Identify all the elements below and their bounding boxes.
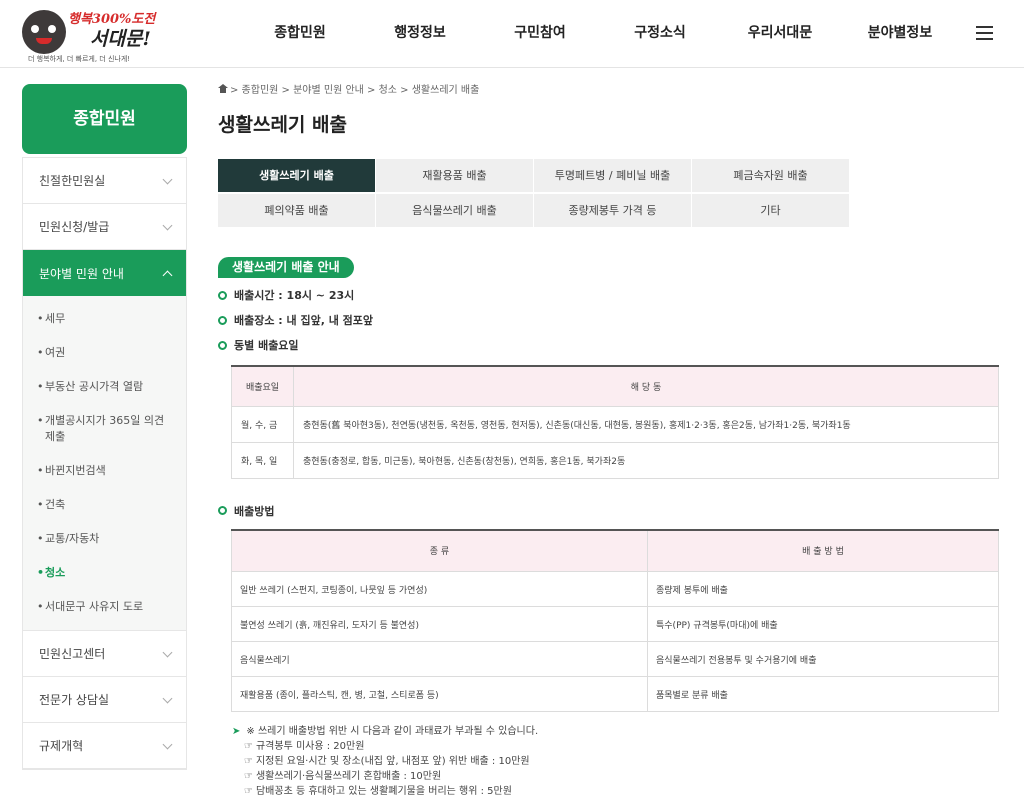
sidebar-menu: 친절한민원실 민원신청/발급 분야별 민원 안내 • 세무 • 여권 • 부동산 공시… (22, 157, 187, 770)
sub-item-building[interactable]: • 건축 (23, 488, 186, 522)
site-header: 행복300%도전 서대문! 더 행복하게, 더 빠르게, 더 신나게! 종합민원… (0, 0, 1024, 68)
section-badge: 생활쓰레기 배출 안내 (218, 257, 354, 278)
method-label: 배출방법 (218, 503, 1000, 519)
chevron-down-icon (161, 220, 174, 233)
page-title: 생활쓰레기 배출 (218, 114, 347, 136)
global-nav: 종합민원 행정정보 구민참여 구정소식 우리서대문 분야별정보 (240, 0, 960, 68)
table-header: 배출요일 (231, 365, 294, 407)
info-days: 동별 배출요일 (218, 337, 1000, 353)
circle-bullet-icon (218, 340, 227, 350)
main-content: > 종합민원 > 분야별 민원 안내 > 청소 > 생활쓰레기 배출 생활쓰레기… (218, 80, 1000, 799)
sub-item-private-road[interactable]: • 서대문구 사유지 도로 (23, 590, 186, 624)
table-row: 음식물쓰레기 음식물쓰레기 전용봉투 및 수거용기에 배출 (231, 641, 999, 677)
tab-bag-price[interactable]: 종량제봉투 가격 등 (534, 194, 691, 227)
sidebar-item-regulation[interactable]: 규제개혁 (23, 723, 186, 769)
sidebar-item-kind-office[interactable]: 친절한민원실 (23, 158, 186, 204)
days-table: 배출요일 해 당 동 월, 수, 금 충현동(舊 북아현3동), 천연동(냉천동… (231, 365, 999, 479)
table-row: 불연성 쓰레기 (흙, 깨진유리, 도자기 등 불연성) 특수(PP) 규격봉투… (231, 606, 999, 642)
table-header: 해 당 동 (293, 365, 999, 407)
breadcrumb-path: > 종합민원 > 분야별 민원 안내 > 청소 > 생활쓰레기 배출 (230, 84, 480, 96)
menu-hamburger-icon[interactable] (976, 26, 993, 40)
sub-item-tax[interactable]: • 세무 (23, 302, 186, 336)
list-item: ☞ 지정된 요일·시간 및 장소(내집 앞, 내점포 앞) 위반 배출 : 10만… (244, 756, 530, 767)
gnb-item-seodaemun[interactable]: 우리서대문 (720, 0, 840, 68)
chevron-down-icon (161, 647, 174, 660)
chevron-down-icon (161, 693, 174, 706)
tab-household-waste[interactable]: 생활쓰레기 배출 (218, 159, 375, 192)
table-header: 배 출 방 법 (647, 529, 999, 572)
logo[interactable]: 행복300%도전 서대문! 더 행복하게, 더 빠르게, 더 신나게! (18, 4, 168, 63)
gnb-item-fields[interactable]: 분야별정보 (840, 0, 960, 68)
pointing-hand-icon: ☞ (244, 786, 253, 797)
sidebar: 종합민원 친절한민원실 민원신청/발급 분야별 민원 안내 • 세무 • 여권 • 부… (22, 84, 187, 770)
penalty-notice: ※ 쓰레기 배출방법 위반 시 다음과 같이 과태료가 부과될 수 있습니다. (246, 726, 539, 737)
tab-etc[interactable]: 기타 (692, 194, 849, 227)
list-item: ☞ 규격봉투 미사용 : 20만원 (244, 741, 365, 752)
chevron-down-icon (161, 739, 174, 752)
table-header: 종 류 (231, 529, 648, 572)
gnb-item-news[interactable]: 구정소식 (600, 0, 720, 68)
content-tabs: 생활쓰레기 배출 재활용품 배출 투명페트병 / 폐비닐 배출 폐금속자원 배출… (218, 159, 850, 227)
circle-bullet-icon (218, 290, 227, 300)
sidebar-item-expert-consult[interactable]: 전문가 상담실 (23, 677, 186, 723)
gnb-item-participation[interactable]: 구민참여 (480, 0, 600, 68)
logo-tagline: 더 행복하게, 더 빠르게, 더 신나게! (28, 55, 131, 63)
sub-item-cleaning[interactable]: • 청소 (23, 556, 186, 590)
gnb-item-civil[interactable]: 종합민원 (240, 0, 360, 68)
sub-item-land-price-opinion[interactable]: • 개별공시지가 365일 의견제출 (23, 404, 186, 454)
list-item: ☞ 생활쓰레기·음식물쓰레기 혼합배출 : 10만원 (244, 771, 442, 782)
table-row: 월, 수, 금 충현동(舊 북아현3동), 천연동(냉천동, 옥천동, 영천동,… (231, 405, 999, 443)
arrow-icon: ➤ (232, 726, 241, 737)
logo-slogan-main: 서대문! (90, 28, 151, 50)
sub-item-lot-number[interactable]: • 바뀐지번검색 (23, 454, 186, 488)
pointing-hand-icon: ☞ (244, 741, 253, 752)
sub-item-passport[interactable]: • 여권 (23, 336, 186, 370)
table-row: 재활용품 (종이, 플라스틱, 캔, 병, 고철, 스티로폼 등) 품목별로 분… (231, 676, 999, 712)
list-item: ☞ 담배꽁초 등 휴대하고 있는 생활폐기물을 버리는 행위 : 5만원 (244, 786, 512, 797)
home-icon[interactable] (218, 83, 228, 93)
info-time: 배출시간 : 18시 ~ 23시 (218, 287, 1000, 303)
circle-bullet-icon (218, 506, 227, 515)
sidebar-submenu: • 세무 • 여권 • 부동산 공시가격 열람 • 개별공시지가 365일 의견제출 •… (23, 296, 186, 631)
sidebar-item-field-guide[interactable]: 분야별 민원 안내 (23, 250, 186, 296)
table-row: 화, 목, 일 충현동(충정로, 합동, 미근동), 북아현동, 신촌동(창천동… (231, 441, 999, 479)
tab-scrap-metal[interactable]: 폐금속자원 배출 (692, 159, 849, 192)
mascot-icon (22, 10, 66, 54)
tab-medicine[interactable]: 폐의약품 배출 (218, 194, 375, 227)
sub-item-property-price[interactable]: • 부동산 공시가격 열람 (23, 370, 186, 404)
pointing-hand-icon: ☞ (244, 771, 253, 782)
circle-bullet-icon (218, 315, 227, 325)
table-row: 일반 쓰레기 (스펀지, 코팅종이, 나뭇잎 등 가연성) 종량제 봉투에 배출 (231, 571, 999, 607)
tab-recycling[interactable]: 재활용품 배출 (376, 159, 533, 192)
penalty-notes: ➤ ※ 쓰레기 배출방법 위반 시 다음과 같이 과태료가 부과될 수 있습니다.… (232, 724, 1000, 799)
sidebar-title: 종합민원 (22, 84, 187, 154)
tab-food-waste[interactable]: 음식물쓰레기 배출 (376, 194, 533, 227)
gnb-item-admin[interactable]: 행정정보 (360, 0, 480, 68)
sidebar-item-apply[interactable]: 민원신청/발급 (23, 204, 186, 250)
method-table: 종 류 배 출 방 법 일반 쓰레기 (스펀지, 코팅종이, 나뭇잎 등 가연성… (231, 528, 999, 712)
sidebar-item-report-center[interactable]: 민원신고센터 (23, 631, 186, 677)
tab-pet-vinyl[interactable]: 투명페트병 / 폐비닐 배출 (534, 159, 691, 192)
sub-item-traffic[interactable]: • 교통/자동차 (23, 522, 186, 556)
chevron-up-icon (161, 267, 174, 280)
info-place: 배출장소 : 내 집앞, 내 점포앞 (218, 312, 1000, 328)
breadcrumb: > 종합민원 > 분야별 민원 안내 > 청소 > 생활쓰레기 배출 (218, 80, 1000, 96)
chevron-down-icon (161, 174, 174, 187)
pointing-hand-icon: ☞ (244, 756, 253, 767)
